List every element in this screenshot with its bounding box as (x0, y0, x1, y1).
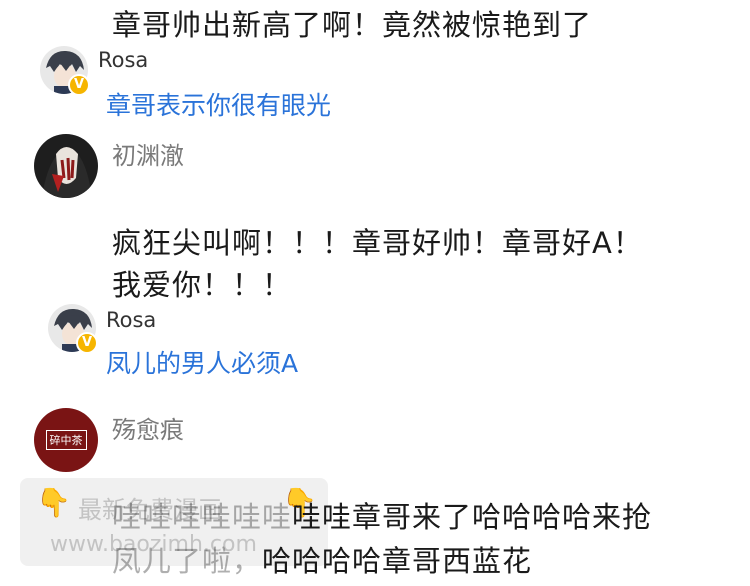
verified-badge-icon: V (76, 332, 98, 354)
reply-username[interactable]: Rosa (98, 48, 148, 72)
avatar-chuyuanche[interactable] (34, 134, 98, 198)
pointing-hand-icon: 👇 (36, 486, 71, 519)
reply-text: 凤儿的男人必须A (106, 349, 299, 378)
comment-text-top: 章哥帅出新高了啊！竟然被惊艳到了 (112, 8, 593, 42)
comment-text: 哇哇章哥来了哈哈哈哈来抢 (292, 500, 653, 534)
comment-text-line2: 凤儿了啦，哈哈哈哈章哥西蓝花 (112, 538, 532, 580)
verified-badge-icon: V (68, 74, 90, 96)
comment-text-faded: 哇哇哇哇哇哇 (112, 500, 293, 534)
comment-username[interactable]: 殇愈痕 (112, 410, 184, 445)
comment-text-line1: 哇哇哇哇哇哇哇哇章哥来了哈哈哈哈来抢 (112, 494, 652, 536)
portrait-avatar-icon (34, 134, 98, 198)
avatar-shangyuhen[interactable]: 碎中茶 (34, 408, 98, 472)
comment-text-line1: 疯狂尖叫啊！！！章哥好帅！章哥好A！ (112, 226, 643, 260)
reply-username[interactable]: Rosa (106, 308, 156, 332)
comment-text-line2: 我爱你！！！ (112, 268, 293, 302)
avatar-logo-text: 碎中茶 (45, 430, 87, 450)
comment-username[interactable]: 初渊澈 (112, 136, 184, 171)
comment-text-faded: 凤儿了啦， (112, 544, 263, 578)
reply-text: 章哥表示你很有眼光 (106, 91, 332, 120)
comment-text: 哈哈哈哈章哥西蓝花 (262, 544, 533, 578)
